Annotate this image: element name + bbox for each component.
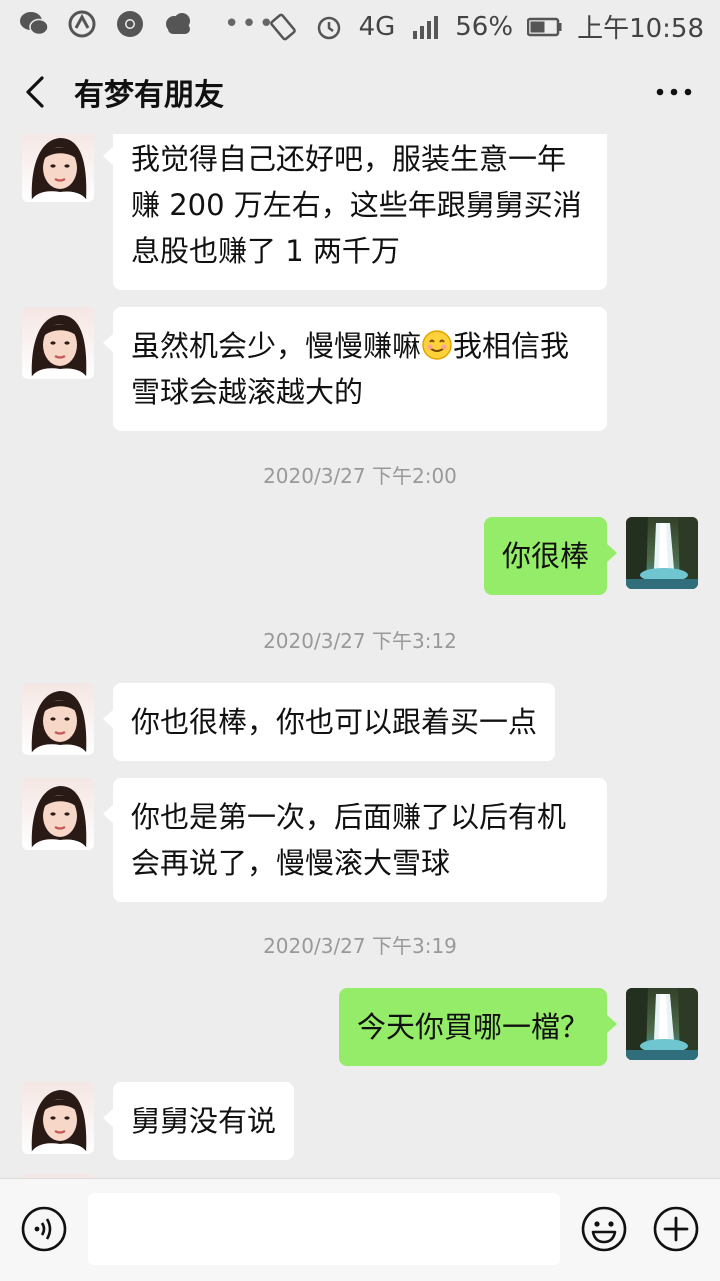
timestamp: 2020/3/27 下午2:00	[263, 464, 457, 488]
cloud-icon	[166, 13, 190, 34]
message-text: 虽然机会少，慢慢赚嘛	[131, 329, 422, 363]
battery-icon	[527, 17, 562, 36]
status-notification-icons: •••	[18, 8, 276, 40]
message-bubble-incoming[interactable]: 虽然机会少，慢慢赚嘛 我相信我雪球会越滚越大的	[103, 307, 607, 431]
battery-percent: 56%	[455, 11, 514, 42]
contact-avatar[interactable]	[22, 134, 94, 202]
chevron-left-icon[interactable]	[18, 72, 58, 112]
emoji-icon[interactable]	[580, 1205, 628, 1253]
status-bar: ••• 4G 56% 上午10:58	[0, 0, 720, 50]
message-bubble-incoming[interactable]: 你也是第一次，后面赚了以后有机会再说了，慢慢滚大雪球	[103, 778, 607, 902]
user-avatar[interactable]	[626, 988, 698, 1060]
message-input[interactable]	[88, 1193, 560, 1265]
plus-icon[interactable]	[652, 1205, 700, 1253]
message-bubble-incoming[interactable]: 你也很棒，你也可以跟着买一点	[102, 683, 556, 761]
signal-icon	[413, 15, 439, 39]
timestamp: 2020/3/27 下午3:19	[263, 934, 457, 958]
input-bar	[0, 1178, 720, 1281]
message-bubble-incoming[interactable]: 我觉得自己还好吧，服装生意一年赚 200 万左右，这些年跟舅舅买消息股也赚了 1…	[103, 134, 607, 290]
network-type: 4G	[358, 11, 396, 42]
voice-icon[interactable]	[20, 1205, 68, 1253]
user-avatar[interactable]	[626, 517, 698, 589]
timestamp: 2020/3/27 下午3:12	[263, 629, 457, 653]
message-list[interactable]: 我觉得自己还好吧，服装生意一年赚 200 万左右，这些年跟舅舅买消息股也赚了 1…	[0, 134, 720, 1178]
wechat-icon	[20, 12, 49, 36]
alarm-icon	[317, 16, 340, 39]
ellipsis-icon[interactable]	[654, 80, 694, 104]
chat-header: 有梦有朋友	[0, 50, 720, 134]
chat-title: 有梦有朋友	[74, 78, 224, 113]
contact-avatar[interactable]	[22, 307, 94, 379]
smile-emoji-icon	[422, 330, 452, 360]
message-bubble-outgoing[interactable]: 你很棒	[483, 517, 618, 595]
contact-avatar[interactable]	[22, 778, 94, 850]
app-icon	[68, 10, 96, 38]
clock: 上午10:58	[577, 14, 704, 44]
contact-avatar[interactable]	[22, 683, 94, 755]
chrome-icon	[117, 11, 143, 37]
message-bubble-outgoing[interactable]: 今天你買哪一檔？	[338, 988, 618, 1066]
message-bubble-incoming[interactable]: 舅舅没有说	[102, 1082, 295, 1160]
status-system-icons: 4G 56% 上午10:58	[267, 8, 704, 45]
vibrate-icon	[269, 13, 296, 40]
contact-avatar[interactable]	[22, 1082, 94, 1154]
